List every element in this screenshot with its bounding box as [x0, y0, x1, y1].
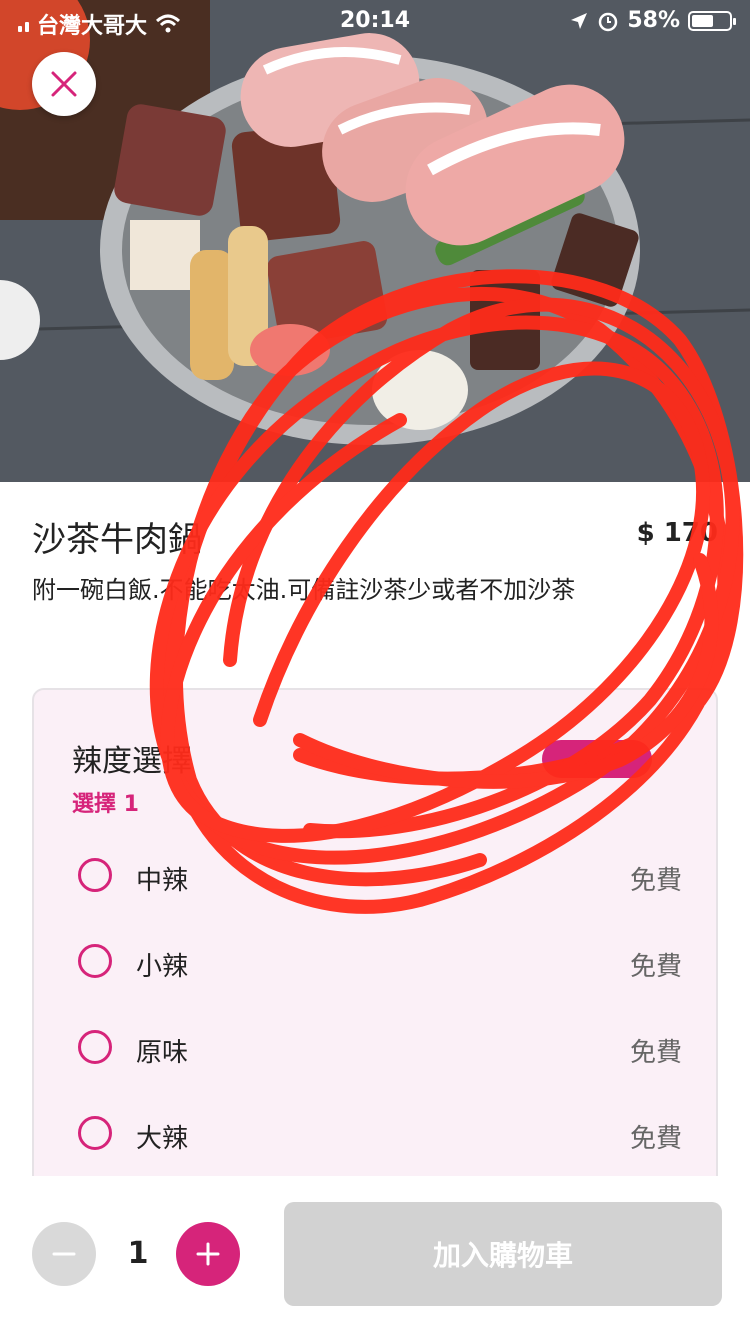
- radio-button[interactable]: [78, 858, 112, 892]
- option-item[interactable]: 中辣 免費: [72, 848, 682, 908]
- dish-description: 附一碗白飯.不能吃太油.可備註沙茶少或者不加沙茶: [32, 576, 576, 604]
- battery-icon: [688, 10, 736, 31]
- option-label: 大辣: [136, 1124, 189, 1154]
- option-group-title: 辣度選擇: [72, 744, 192, 779]
- cart-bar: 1 加入購物車: [0, 1176, 750, 1334]
- radio-button[interactable]: [78, 1116, 112, 1150]
- radio-button[interactable]: [78, 1030, 112, 1064]
- option-item[interactable]: 原味 免費: [72, 1020, 682, 1080]
- dish-name: 沙茶牛肉鍋: [32, 520, 202, 560]
- status-bar: 台灣大哥大 20:14 58%: [0, 0, 750, 42]
- dish-header: 沙茶牛肉鍋 $ 170: [32, 512, 718, 562]
- quantity-value: 1: [127, 1236, 149, 1271]
- option-price: 免費: [629, 1124, 682, 1154]
- add-to-cart-button[interactable]: 加入購物車: [284, 1202, 722, 1306]
- decrease-quantity-button[interactable]: [32, 1222, 96, 1286]
- location-arrow-icon: [571, 12, 588, 29]
- option-item[interactable]: 小辣 免費: [72, 934, 682, 994]
- option-label: 中辣: [136, 866, 189, 896]
- radio-button[interactable]: [78, 944, 112, 978]
- option-price: 免費: [629, 866, 682, 896]
- required-badge: [542, 740, 652, 778]
- battery-percentage: 58%: [627, 8, 680, 33]
- option-price: 免費: [629, 952, 682, 982]
- option-label: 原味: [136, 1038, 189, 1068]
- alarm-icon: [599, 12, 618, 31]
- option-item[interactable]: 大辣 免費: [72, 1106, 682, 1166]
- option-label: 小辣: [136, 952, 189, 982]
- option-price: 免費: [629, 1038, 682, 1068]
- minus-icon: [52, 1252, 76, 1256]
- spice-level-options: 辣度選擇 選擇 1 中辣 免費 小辣 免費 原味 免費 大辣 免費: [32, 688, 718, 1208]
- dish-photo: [0, 0, 750, 482]
- increase-quantity-button[interactable]: [176, 1222, 240, 1286]
- option-group-subtitle: 選擇 1: [72, 792, 139, 817]
- plus-icon: [196, 1242, 220, 1266]
- close-button[interactable]: [32, 52, 96, 116]
- dish-price: $ 170: [636, 518, 718, 548]
- close-icon: [51, 71, 77, 97]
- hot-pot-illustration: [0, 0, 750, 482]
